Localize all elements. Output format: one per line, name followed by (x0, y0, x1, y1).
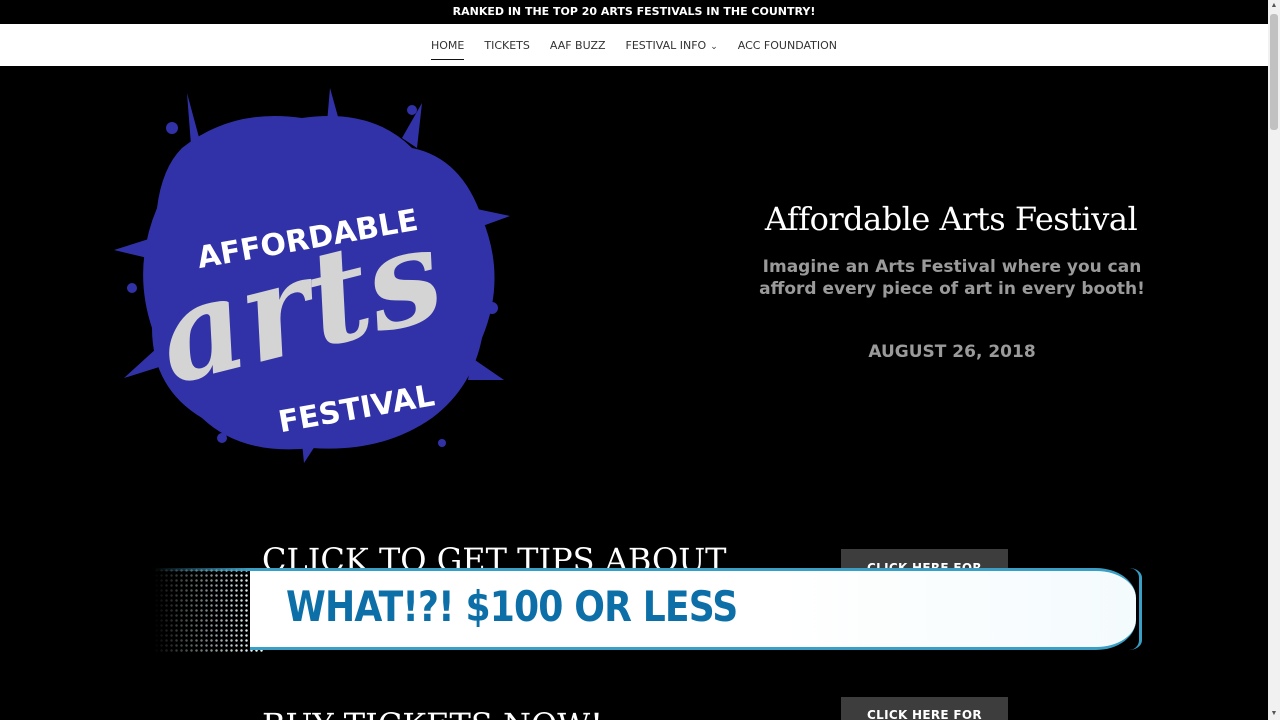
announcement-bar: RANKED IN THE TOP 20 ARTS FESTIVALS IN T… (0, 0, 1268, 24)
nav-tickets[interactable]: TICKETS (484, 35, 530, 56)
nav-festival-info-label: FESTIVAL INFO (625, 38, 707, 52)
hero-subtitle: Imagine an Arts Festival where you can a… (752, 256, 1152, 300)
hero-subtitle-line2: afford every piece of art in every booth… (759, 279, 1145, 299)
nav-aaf-buzz[interactable]: AAF BUZZ (550, 35, 606, 56)
chevron-down-icon: ⌄ (710, 41, 718, 52)
buy-tickets-heading: BUY TICKETS NOW! (262, 705, 603, 720)
lower-third-text: WHAT!?! $100 OR LESS (286, 582, 738, 631)
tickets-cta-button[interactable]: CLICK HERE FOR (841, 697, 1008, 720)
scroll-up-icon[interactable]: ▲ (1268, 0, 1280, 12)
main-nav: HOME TICKETS AAF BUZZ FESTIVAL INFO ⌄ ACC… (0, 24, 1268, 66)
nav-festival-info[interactable]: FESTIVAL INFO ⌄ (626, 35, 718, 56)
scrollbar-thumb[interactable] (1270, 14, 1278, 130)
festival-date: AUGUST 26, 2018 (868, 342, 1036, 362)
tv-lower-third: WHAT!?! $100 OR LESS (154, 566, 1144, 654)
hero-title: Affordable Arts Festival (764, 200, 1138, 238)
page-scrollbar[interactable]: ▲ ▼ (1268, 0, 1280, 720)
halftone-dots (154, 568, 264, 652)
scroll-down-icon[interactable]: ▼ (1268, 708, 1280, 720)
announcement-text: RANKED IN THE TOP 20 ARTS FESTIVALS IN T… (452, 5, 816, 18)
hero-subtitle-line1: Imagine an Arts Festival where you can (762, 257, 1142, 277)
nav-home[interactable]: HOME (430, 35, 465, 60)
festival-logo: AFFORDABLE arts FESTIVAL (114, 88, 510, 463)
nav-acc-foundation[interactable]: ACC FOUNDATION (738, 35, 837, 56)
